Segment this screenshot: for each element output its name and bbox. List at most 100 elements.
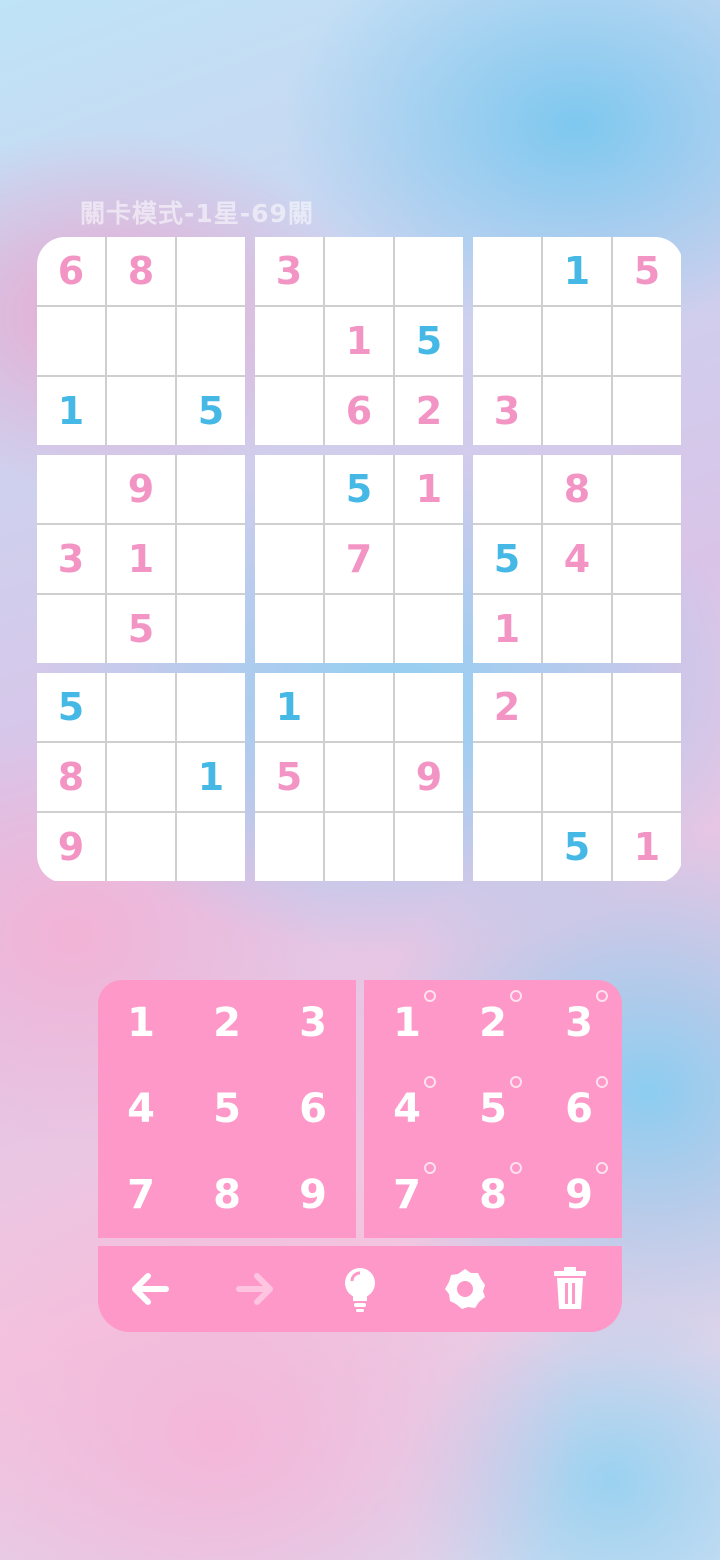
sudoku-cell[interactable]: 5 bbox=[107, 595, 177, 663]
sudoku-cell[interactable] bbox=[177, 813, 245, 881]
sudoku-cell[interactable]: 4 bbox=[543, 525, 613, 595]
note-key-4[interactable]: 4 bbox=[364, 1066, 450, 1152]
sudoku-cell[interactable]: 8 bbox=[543, 455, 613, 525]
sudoku-cell[interactable] bbox=[37, 307, 107, 377]
number-key-3[interactable]: 3 bbox=[270, 980, 356, 1066]
sudoku-cell[interactable]: 3 bbox=[473, 377, 543, 445]
sudoku-cell[interactable] bbox=[107, 307, 177, 377]
sudoku-cell[interactable]: 9 bbox=[395, 743, 463, 813]
sudoku-cell[interactable] bbox=[37, 455, 107, 525]
sudoku-cell[interactable]: 2 bbox=[473, 673, 543, 743]
sudoku-cell[interactable] bbox=[613, 743, 681, 813]
sudoku-cell[interactable] bbox=[325, 673, 395, 743]
sudoku-cell[interactable]: 8 bbox=[37, 743, 107, 813]
sudoku-cell[interactable] bbox=[325, 743, 395, 813]
sudoku-cell[interactable]: 5 bbox=[473, 525, 543, 595]
sudoku-cell[interactable] bbox=[107, 673, 177, 743]
sudoku-cell[interactable] bbox=[255, 813, 325, 881]
sudoku-cell[interactable] bbox=[177, 455, 245, 525]
sudoku-cell[interactable]: 1 bbox=[473, 595, 543, 663]
sudoku-cell[interactable] bbox=[473, 307, 543, 377]
sudoku-cell[interactable] bbox=[107, 377, 177, 445]
sudoku-cell[interactable] bbox=[325, 813, 395, 881]
note-key-1[interactable]: 1 bbox=[364, 980, 450, 1066]
sudoku-cell[interactable] bbox=[395, 237, 463, 307]
sudoku-cell[interactable] bbox=[177, 307, 245, 377]
sudoku-cell[interactable] bbox=[473, 743, 543, 813]
sudoku-cell[interactable]: 9 bbox=[107, 455, 177, 525]
number-key-5[interactable]: 5 bbox=[184, 1066, 270, 1152]
sudoku-cell[interactable]: 7 bbox=[325, 525, 395, 595]
note-key-3[interactable]: 3 bbox=[536, 980, 622, 1066]
sudoku-cell[interactable] bbox=[255, 595, 325, 663]
number-key-6[interactable]: 6 bbox=[270, 1066, 356, 1152]
sudoku-cell[interactable]: 1 bbox=[613, 813, 681, 881]
sudoku-cell[interactable] bbox=[325, 237, 395, 307]
sudoku-cell[interactable]: 3 bbox=[37, 525, 107, 595]
sudoku-cell[interactable] bbox=[395, 525, 463, 595]
undo-button[interactable] bbox=[98, 1246, 202, 1332]
sudoku-cell[interactable]: 3 bbox=[255, 237, 325, 307]
number-key-1[interactable]: 1 bbox=[98, 980, 184, 1066]
sudoku-cell[interactable] bbox=[395, 673, 463, 743]
sudoku-cell[interactable] bbox=[395, 813, 463, 881]
note-key-8[interactable]: 8 bbox=[450, 1152, 536, 1238]
sudoku-cell[interactable]: 1 bbox=[107, 525, 177, 595]
number-key-8[interactable]: 8 bbox=[184, 1152, 270, 1238]
sudoku-cell[interactable]: 1 bbox=[543, 237, 613, 307]
sudoku-cell[interactable] bbox=[543, 307, 613, 377]
sudoku-cell[interactable] bbox=[255, 307, 325, 377]
hint-button[interactable] bbox=[308, 1246, 412, 1332]
sudoku-cell[interactable] bbox=[177, 237, 245, 307]
sudoku-cell[interactable] bbox=[543, 743, 613, 813]
sudoku-cell[interactable] bbox=[543, 673, 613, 743]
sudoku-cell[interactable] bbox=[177, 525, 245, 595]
sudoku-cell[interactable] bbox=[473, 455, 543, 525]
sudoku-cell[interactable]: 5 bbox=[177, 377, 245, 445]
sudoku-cell[interactable]: 5 bbox=[395, 307, 463, 377]
delete-button[interactable] bbox=[518, 1246, 622, 1332]
note-key-6[interactable]: 6 bbox=[536, 1066, 622, 1152]
sudoku-cell[interactable]: 5 bbox=[37, 673, 107, 743]
sudoku-cell[interactable]: 5 bbox=[543, 813, 613, 881]
sudoku-cell[interactable] bbox=[177, 595, 245, 663]
sudoku-cell[interactable]: 8 bbox=[107, 237, 177, 307]
sudoku-cell[interactable]: 6 bbox=[325, 377, 395, 445]
number-key-4[interactable]: 4 bbox=[98, 1066, 184, 1152]
sudoku-cell[interactable] bbox=[613, 525, 681, 595]
redo-button[interactable] bbox=[203, 1246, 307, 1332]
sudoku-cell[interactable] bbox=[613, 377, 681, 445]
sudoku-cell[interactable]: 9 bbox=[37, 813, 107, 881]
sudoku-cell[interactable] bbox=[107, 813, 177, 881]
sudoku-cell[interactable]: 2 bbox=[395, 377, 463, 445]
sudoku-cell[interactable] bbox=[395, 595, 463, 663]
sudoku-cell[interactable]: 1 bbox=[325, 307, 395, 377]
sudoku-cell[interactable] bbox=[473, 813, 543, 881]
sudoku-cell[interactable] bbox=[255, 377, 325, 445]
sudoku-cell[interactable] bbox=[255, 525, 325, 595]
settings-button[interactable] bbox=[413, 1246, 517, 1332]
sudoku-cell[interactable] bbox=[613, 307, 681, 377]
note-key-5[interactable]: 5 bbox=[450, 1066, 536, 1152]
number-key-2[interactable]: 2 bbox=[184, 980, 270, 1066]
note-key-9[interactable]: 9 bbox=[536, 1152, 622, 1238]
sudoku-cell[interactable] bbox=[325, 595, 395, 663]
sudoku-cell[interactable] bbox=[473, 237, 543, 307]
sudoku-cell[interactable] bbox=[543, 377, 613, 445]
sudoku-cell[interactable] bbox=[107, 743, 177, 813]
sudoku-cell[interactable]: 1 bbox=[395, 455, 463, 525]
sudoku-cell[interactable]: 5 bbox=[613, 237, 681, 307]
sudoku-cell[interactable]: 5 bbox=[325, 455, 395, 525]
sudoku-cell[interactable] bbox=[613, 455, 681, 525]
note-key-7[interactable]: 7 bbox=[364, 1152, 450, 1238]
sudoku-cell[interactable] bbox=[255, 455, 325, 525]
sudoku-cell[interactable]: 6 bbox=[37, 237, 107, 307]
sudoku-cell[interactable] bbox=[543, 595, 613, 663]
number-key-7[interactable]: 7 bbox=[98, 1152, 184, 1238]
sudoku-cell[interactable] bbox=[613, 595, 681, 663]
number-key-9[interactable]: 9 bbox=[270, 1152, 356, 1238]
sudoku-cell[interactable]: 1 bbox=[37, 377, 107, 445]
sudoku-cell[interactable] bbox=[177, 673, 245, 743]
note-key-2[interactable]: 2 bbox=[450, 980, 536, 1066]
sudoku-cell[interactable]: 1 bbox=[177, 743, 245, 813]
